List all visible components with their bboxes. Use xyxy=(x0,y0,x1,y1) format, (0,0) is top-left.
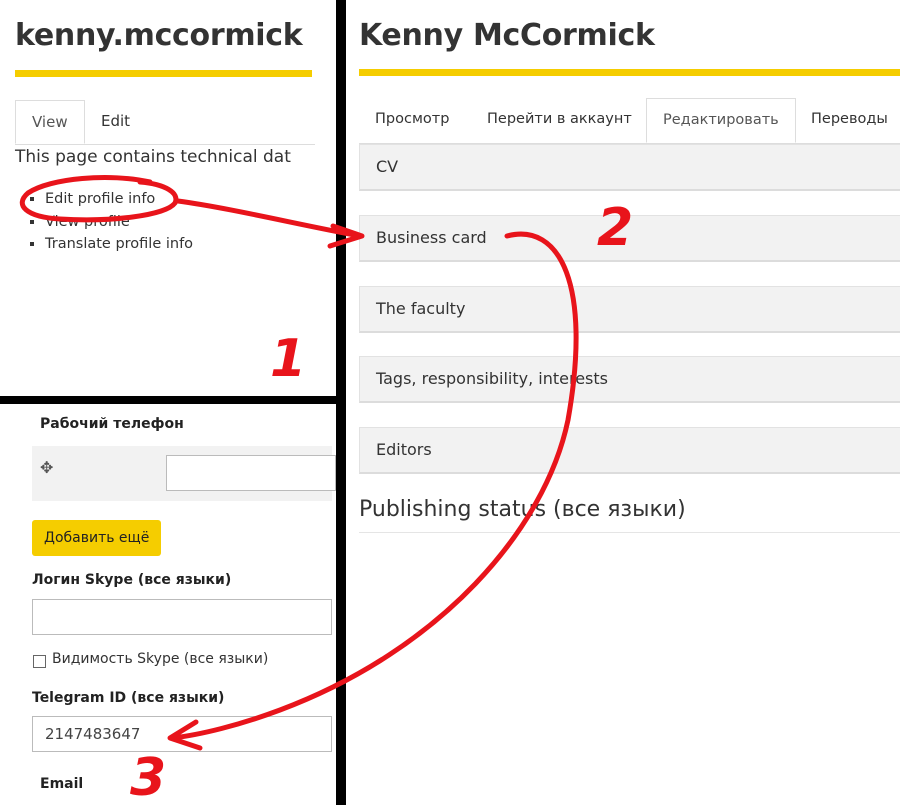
tab-go-to-account[interactable]: Перейти в аккаунт xyxy=(471,98,648,143)
profile-panel: kenny.mccormick View Edit This page cont… xyxy=(0,0,336,396)
section-label: Editors xyxy=(376,440,432,459)
section-label: The faculty xyxy=(376,299,466,318)
tab-view[interactable]: Просмотр xyxy=(359,98,465,143)
edit-panel: Kenny McCormick Просмотр Перейти в аккау… xyxy=(346,0,900,805)
email-label: Email xyxy=(40,776,84,792)
tab-view[interactable]: View xyxy=(15,100,85,144)
section-label: Tags, responsibility, interests xyxy=(376,369,608,388)
tab-edit[interactable]: Редактировать xyxy=(646,98,796,143)
drag-handle-icon[interactable]: ✥ xyxy=(40,458,53,477)
divider xyxy=(359,532,900,533)
section-business-card[interactable]: Business card xyxy=(359,215,900,262)
section-faculty[interactable]: The faculty xyxy=(359,286,900,333)
skype-login-input[interactable] xyxy=(32,599,332,635)
horizontal-divider xyxy=(0,396,340,404)
section-label: CV xyxy=(376,157,399,176)
title-underline xyxy=(15,70,312,77)
page-title: Kenny McCormick xyxy=(359,18,655,53)
work-phone-label: Рабочий телефон xyxy=(40,416,184,432)
skype-login-label: Логин Skype (все языки) xyxy=(32,572,232,588)
add-more-button[interactable]: Добавить ещё xyxy=(32,520,162,556)
skype-visibility-checkbox[interactable] xyxy=(33,655,46,668)
business-card-form-panel: Рабочий телефон ✥ Добавить ещё Логин Sky… xyxy=(0,404,336,805)
telegram-id-label: Telegram ID (все языки) xyxy=(32,690,225,706)
page-title: kenny.mccormick xyxy=(15,18,303,53)
work-phone-row: ✥ xyxy=(32,446,336,501)
section-label: Business card xyxy=(376,228,487,247)
tab-translations[interactable]: Переводы xyxy=(795,98,900,143)
telegram-id-input[interactable] xyxy=(32,716,332,752)
translate-profile-info-link[interactable]: Translate profile info xyxy=(30,233,193,256)
section-tags[interactable]: Tags, responsibility, interests xyxy=(359,356,900,403)
publishing-status-heading[interactable]: Publishing status (все языки) xyxy=(359,497,686,522)
work-phone-input[interactable] xyxy=(166,455,336,491)
edit-profile-info-link[interactable]: Edit profile info xyxy=(30,188,193,211)
tab-edit[interactable]: Edit xyxy=(85,100,146,144)
edit-tabs: Просмотр Перейти в аккаунт Редактировать… xyxy=(359,98,900,144)
view-profile-link[interactable]: View profile xyxy=(30,211,193,234)
section-cv[interactable]: CV xyxy=(359,144,900,191)
profile-tabs: View Edit xyxy=(15,100,315,145)
section-editors[interactable]: Editors xyxy=(359,427,900,474)
technical-data-notice: This page contains technical dat xyxy=(15,147,291,167)
title-underline xyxy=(359,69,900,76)
profile-links-list: Edit profile info View profile Translate… xyxy=(30,188,193,256)
skype-visibility-label: Видимость Skype (все языки) xyxy=(52,651,269,667)
